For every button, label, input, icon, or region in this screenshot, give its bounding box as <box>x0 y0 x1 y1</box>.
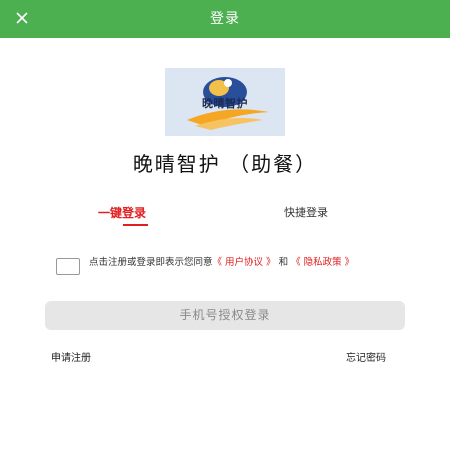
phone-authorize-login-button[interactable]: 手机号授权登录 <box>45 301 405 330</box>
tab-quick-login[interactable]: 快捷登录 <box>284 204 328 220</box>
user-agreement-link[interactable]: 《 用户协议 》 <box>213 257 276 268</box>
tab-one-key-login[interactable]: 一键登录 <box>98 204 146 221</box>
page-title: 登录 <box>210 11 240 27</box>
active-tab-indicator <box>123 224 148 226</box>
app-logo: 晚晴智护 <box>165 68 285 136</box>
logo-text: 晚晴智护 <box>202 97 248 110</box>
app-name: 晚晴智护 （助餐） <box>132 152 318 176</box>
register-link[interactable]: 申请注册 <box>51 349 91 364</box>
forgot-password-link[interactable]: 忘记密码 <box>346 349 386 364</box>
agreement-text: 点击注册或登录即表示您同意《 用户协议 》 和 《 隐私政策 》 <box>89 256 389 269</box>
top-bar: 登录 <box>0 0 450 38</box>
agreement-and: 和 <box>278 257 289 268</box>
agreement-checkbox[interactable] <box>56 258 80 275</box>
privacy-policy-link[interactable]: 《 隐私政策 》 <box>291 257 354 268</box>
agreement-prefix: 点击注册或登录即表示您同意 <box>89 257 213 268</box>
